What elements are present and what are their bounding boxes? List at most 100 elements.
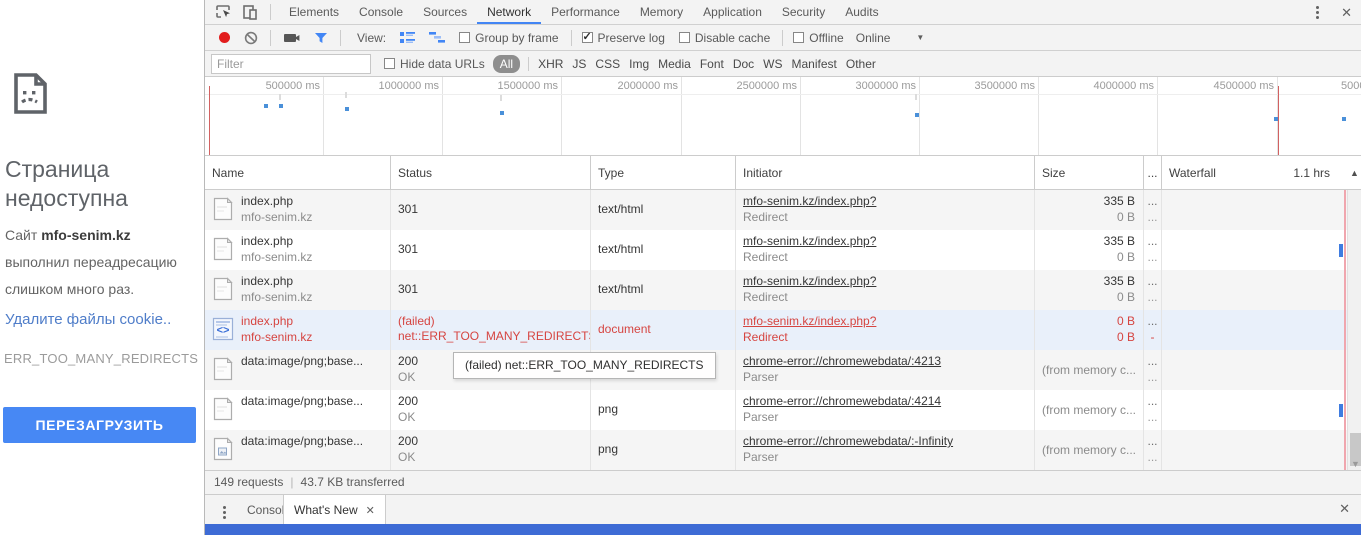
filter-chip-img[interactable]: Img: [629, 57, 649, 71]
column-header-name[interactable]: Name: [205, 156, 391, 190]
devtools-close-icon[interactable]: ✕: [1337, 3, 1356, 23]
device-toolbar-icon[interactable]: [242, 4, 258, 20]
timeline-tick-label: 500000 ms: [266, 80, 320, 92]
reload-button[interactable]: ПЕРЕЗАГРУЗИТЬ: [3, 407, 196, 443]
request-domain: mfo-senim.kz: [241, 209, 312, 226]
initiator-link[interactable]: mfo-senim.kz/index.php?: [743, 274, 876, 288]
filter-input[interactable]: [211, 54, 371, 74]
column-header-more[interactable]: ...: [1144, 156, 1162, 190]
more-dots[interactable]: ...: [1144, 274, 1161, 289]
request-row[interactable]: index.phpmfo-senim.kz301text/htmlmfo-sen…: [205, 190, 1361, 230]
tab-console[interactable]: Console: [349, 0, 413, 24]
column-header-status[interactable]: Status: [391, 156, 591, 190]
tab-sources[interactable]: Sources: [413, 0, 477, 24]
request-row[interactable]: index.phpmfo-senim.kz301text/htmlmfo-sen…: [205, 270, 1361, 310]
more-dots[interactable]: ...: [1144, 234, 1161, 249]
request-rows: index.phpmfo-senim.kz301text/htmlmfo-sen…: [205, 190, 1361, 470]
more-dots[interactable]: ...: [1144, 314, 1161, 329]
more-dots[interactable]: ...: [1144, 369, 1161, 386]
clear-icon[interactable]: [244, 31, 258, 45]
network-overview[interactable]: 500000 ms1000000 ms1500000 ms2000000 ms2…: [205, 77, 1361, 156]
initiator-link[interactable]: mfo-senim.kz/index.php?: [743, 234, 876, 248]
tab-audits[interactable]: Audits: [835, 0, 888, 24]
filter-chip-other[interactable]: Other: [846, 57, 876, 71]
more-dots[interactable]: ...: [1144, 409, 1161, 426]
scroll-down-icon[interactable]: ▼: [1348, 459, 1361, 469]
size-content: 0 B: [1042, 249, 1135, 266]
chevron-down-icon[interactable]: ▼: [916, 33, 924, 42]
initiator-link[interactable]: mfo-senim.kz/index.php?: [743, 314, 876, 328]
devtools-menu-icon[interactable]: [1310, 2, 1325, 23]
initiator-link[interactable]: chrome-error://chromewebdata/:4214: [743, 394, 941, 408]
more-dots[interactable]: ...: [1144, 249, 1161, 266]
more-dots[interactable]: ...: [1144, 194, 1161, 209]
initiator-link[interactable]: chrome-error://chromewebdata/:4213: [743, 354, 941, 368]
initiator-link[interactable]: mfo-senim.kz/index.php?: [743, 194, 876, 208]
filter-chip-manifest[interactable]: Manifest: [792, 57, 837, 71]
tab-application[interactable]: Application: [693, 0, 772, 24]
record-button[interactable]: [219, 32, 230, 43]
filter-icon[interactable]: [314, 32, 328, 44]
tab-network[interactable]: Network: [477, 0, 541, 24]
more-dots[interactable]: ...: [1144, 289, 1161, 306]
request-row[interactable]: <>index.phpmfo-senim.kz(failed)net::ERR_…: [205, 310, 1361, 350]
tab-elements[interactable]: Elements: [279, 0, 349, 24]
initiator-link[interactable]: chrome-error://chromewebdata/:-Infinity: [743, 434, 953, 448]
inspect-element-icon[interactable]: [215, 4, 232, 20]
tab-performance[interactable]: Performance: [541, 0, 630, 24]
status-code: 301: [398, 242, 590, 257]
size-transferred: 0 B: [1042, 314, 1135, 329]
more-dots[interactable]: ...: [1144, 449, 1161, 466]
use-large-rows-icon[interactable]: [400, 32, 415, 44]
svg-text:<>: <>: [217, 325, 230, 337]
network-summary-bar: 149 requests|43.7 KB transferred: [205, 470, 1361, 494]
column-header-waterfall[interactable]: Waterfall: [1162, 156, 1361, 190]
more-dots[interactable]: -: [1144, 329, 1161, 346]
filter-chip-media[interactable]: Media: [658, 57, 691, 71]
hide-data-urls-checkbox[interactable]: [384, 58, 395, 69]
more-dots[interactable]: ...: [1144, 354, 1161, 369]
tab-memory[interactable]: Memory: [630, 0, 693, 24]
divider: [571, 30, 572, 46]
scroll-up-icon[interactable]: ▲: [1347, 162, 1361, 184]
filter-chip-css[interactable]: CSS: [595, 57, 620, 71]
drawer-close-icon[interactable]: ✕: [1335, 499, 1354, 519]
table-header: NameStatusTypeInitiatorSize...Waterfall1…: [205, 156, 1361, 190]
column-header-type[interactable]: Type: [591, 156, 736, 190]
filter-chip-doc[interactable]: Doc: [733, 57, 754, 71]
request-type: png: [598, 442, 735, 457]
tab-security[interactable]: Security: [772, 0, 835, 24]
tab-close-icon[interactable]: ✕: [366, 505, 375, 517]
filter-chip-all[interactable]: All: [493, 55, 520, 73]
request-name: index.php: [241, 274, 312, 289]
size-transferred: (from memory c...: [1042, 442, 1135, 459]
throttling-select[interactable]: Online: [856, 31, 891, 45]
screenshot-icon[interactable]: [283, 32, 300, 44]
column-header-initiator[interactable]: Initiator: [736, 156, 1035, 190]
filter-chip-js[interactable]: JS: [572, 57, 586, 71]
preserve-log-checkbox[interactable]: [582, 32, 593, 43]
divider: [270, 4, 271, 20]
show-overview-icon[interactable]: [429, 32, 445, 43]
request-row[interactable]: data:image/png;base...200OKpngchrome-err…: [205, 390, 1361, 430]
drawer-tab-whats-new[interactable]: What's New✕: [283, 495, 386, 525]
more-dots[interactable]: ...: [1144, 394, 1161, 409]
disable-cache-checkbox[interactable]: [679, 32, 690, 43]
screenshot-root: Страница недоступна Сайт mfo-senim.kz вы…: [0, 0, 1361, 535]
column-header-size[interactable]: Size: [1035, 156, 1144, 190]
request-row[interactable]: index.phpmfo-senim.kz301text/htmlmfo-sen…: [205, 230, 1361, 270]
request-row[interactable]: data:image/png;base...200OKchrome-error:…: [205, 350, 1361, 390]
more-dots[interactable]: ...: [1144, 434, 1161, 449]
request-row[interactable]: data:image/png;base...200OKpngchrome-err…: [205, 430, 1361, 470]
offline-checkbox[interactable]: [793, 32, 804, 43]
group-by-frame-checkbox[interactable]: [459, 32, 470, 43]
size-transferred: (from memory c...: [1042, 402, 1135, 419]
delete-cookies-link[interactable]: Удалите файлы cookie..: [5, 311, 171, 328]
filter-chip-font[interactable]: Font: [700, 57, 724, 71]
devtools-tabs: ElementsConsoleSourcesNetworkPerformance…: [279, 0, 889, 24]
more-dots[interactable]: ...: [1144, 209, 1161, 226]
filter-chip-xhr[interactable]: XHR: [538, 57, 563, 71]
filter-chip-ws[interactable]: WS: [763, 57, 782, 71]
drawer-menu-icon[interactable]: [217, 502, 232, 523]
table-scrollbar[interactable]: ▼: [1347, 190, 1361, 470]
